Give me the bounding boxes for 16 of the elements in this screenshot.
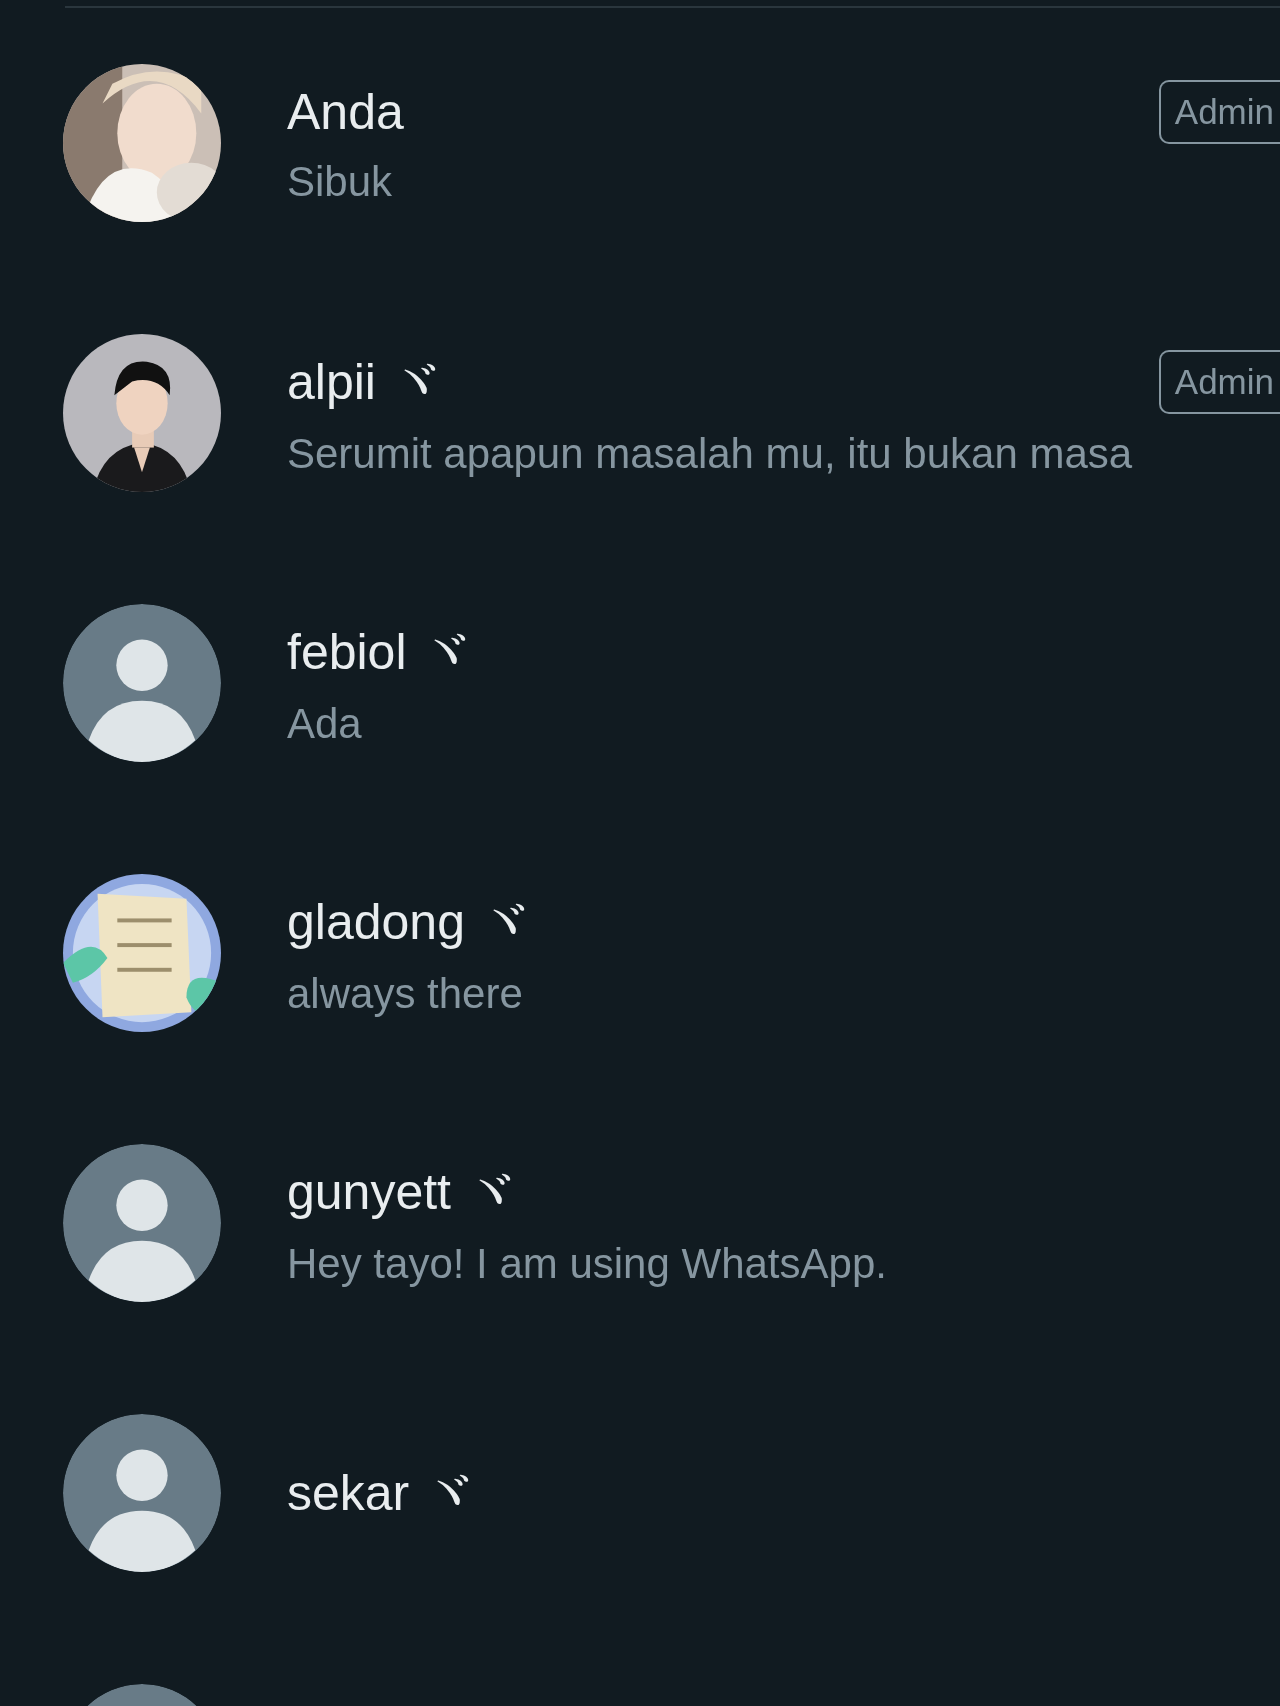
member-name: sekar ヾ xyxy=(287,1463,475,1523)
member-status: always there xyxy=(287,969,524,1018)
member-status: Hey tayo! I am using WhatsApp. xyxy=(287,1239,888,1288)
avatar-icon xyxy=(63,1414,221,1572)
member-status: Sibuk xyxy=(287,158,394,206)
admin-badge: Admin xyxy=(1158,80,1280,144)
member-name: febiol ヾ xyxy=(287,622,472,682)
member-status: Ada xyxy=(287,699,363,748)
avatar-icon xyxy=(63,604,221,762)
admin-badge: Admin xyxy=(1158,350,1280,414)
avatar-icon xyxy=(63,1144,221,1302)
member-name: gladong ヾ xyxy=(287,892,530,952)
member-status: Serumit apapun masalah mu, itu bukan masa xyxy=(287,429,1134,478)
member-name: gunyett ヾ xyxy=(287,1162,516,1222)
member-name: alpii ヾ xyxy=(287,352,441,412)
member-name: Anda xyxy=(287,83,405,141)
